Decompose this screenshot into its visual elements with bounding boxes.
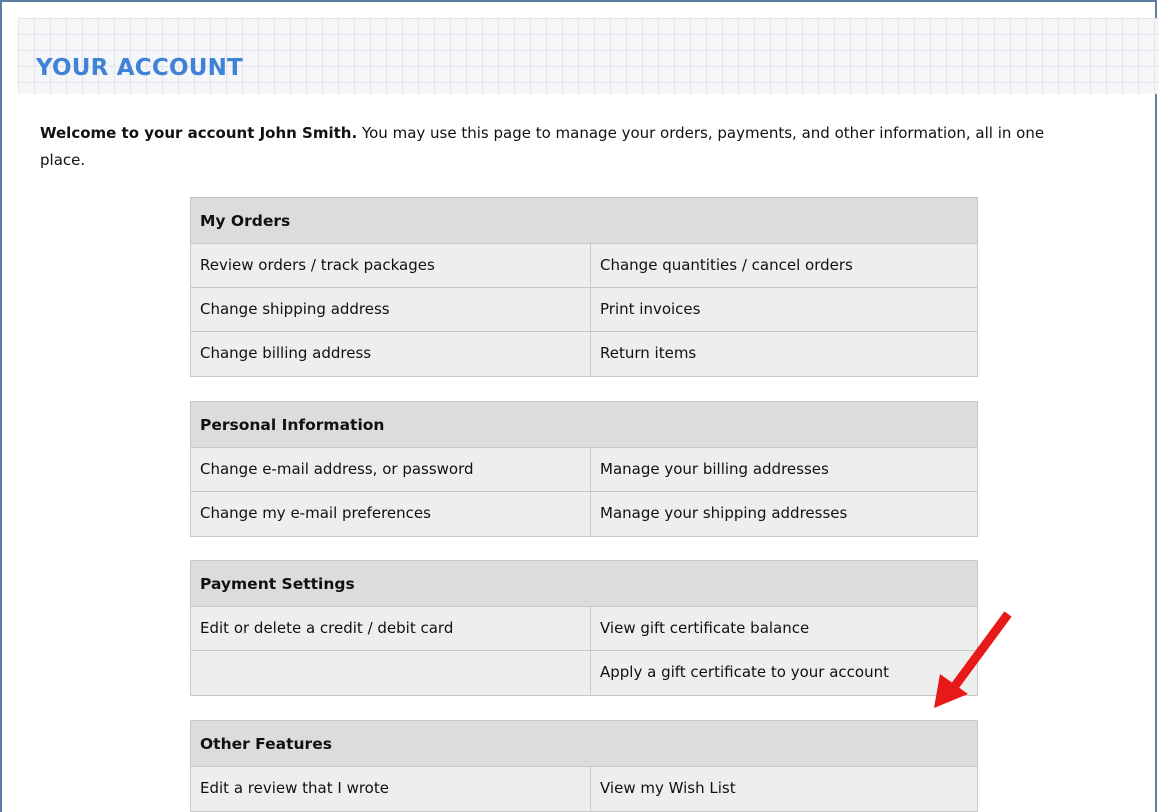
section-heading: Payment Settings xyxy=(191,561,977,607)
section-heading: My Orders xyxy=(191,198,977,244)
table-row: Change my e-mail preferences Manage your… xyxy=(191,492,977,536)
link-change-shipping-address[interactable]: Change shipping address xyxy=(191,288,590,331)
table-row: Apply a gift certificate to your account xyxy=(191,651,977,695)
section-payment-settings: Payment Settings Edit or delete a credit… xyxy=(190,560,978,696)
link-manage-shipping-addresses[interactable]: Manage your shipping addresses xyxy=(590,492,977,536)
table-row: Change e-mail address, or password Manag… xyxy=(191,448,977,492)
page-title: YOUR ACCOUNT xyxy=(36,55,243,81)
empty-cell xyxy=(191,651,590,695)
link-apply-gift-certificate[interactable]: Apply a gift certificate to your account xyxy=(590,651,977,695)
link-print-invoices[interactable]: Print invoices xyxy=(590,288,977,331)
link-view-gift-certificate-balance[interactable]: View gift certificate balance xyxy=(590,607,977,650)
link-change-email-preferences[interactable]: Change my e-mail preferences xyxy=(191,492,590,536)
section-other-features: Other Features Edit a review that I wrot… xyxy=(190,720,978,812)
section-heading: Personal Information xyxy=(191,402,977,448)
link-edit-review[interactable]: Edit a review that I wrote xyxy=(191,767,590,811)
section-my-orders: My Orders Review orders / track packages… xyxy=(190,197,978,377)
welcome-bold: Welcome to your account John Smith. xyxy=(40,124,358,142)
link-manage-billing-addresses[interactable]: Manage your billing addresses xyxy=(590,448,977,491)
link-edit-credit-card[interactable]: Edit or delete a credit / debit card xyxy=(191,607,590,650)
section-heading: Other Features xyxy=(191,721,977,767)
link-change-email-password[interactable]: Change e-mail address, or password xyxy=(191,448,590,491)
table-row: Edit a review that I wrote View my Wish … xyxy=(191,767,977,811)
table-row: Change shipping address Print invoices xyxy=(191,288,977,332)
table-row: Review orders / track packages Change qu… xyxy=(191,244,977,288)
link-return-items[interactable]: Return items xyxy=(590,332,977,376)
red-arrow-icon xyxy=(934,611,1012,708)
link-change-quantities[interactable]: Change quantities / cancel orders xyxy=(590,244,977,287)
link-view-wish-list[interactable]: View my Wish List xyxy=(590,767,977,811)
table-row: Edit or delete a credit / debit card Vie… xyxy=(191,607,977,651)
section-personal-information: Personal Information Change e-mail addre… xyxy=(190,401,978,537)
table-row: Change billing address Return items xyxy=(191,332,977,376)
link-change-billing-address[interactable]: Change billing address xyxy=(191,332,590,376)
page-header: YOUR ACCOUNT xyxy=(18,18,1159,94)
welcome-message: Welcome to your account John Smith. You … xyxy=(40,120,1060,174)
link-review-orders[interactable]: Review orders / track packages xyxy=(191,244,590,287)
